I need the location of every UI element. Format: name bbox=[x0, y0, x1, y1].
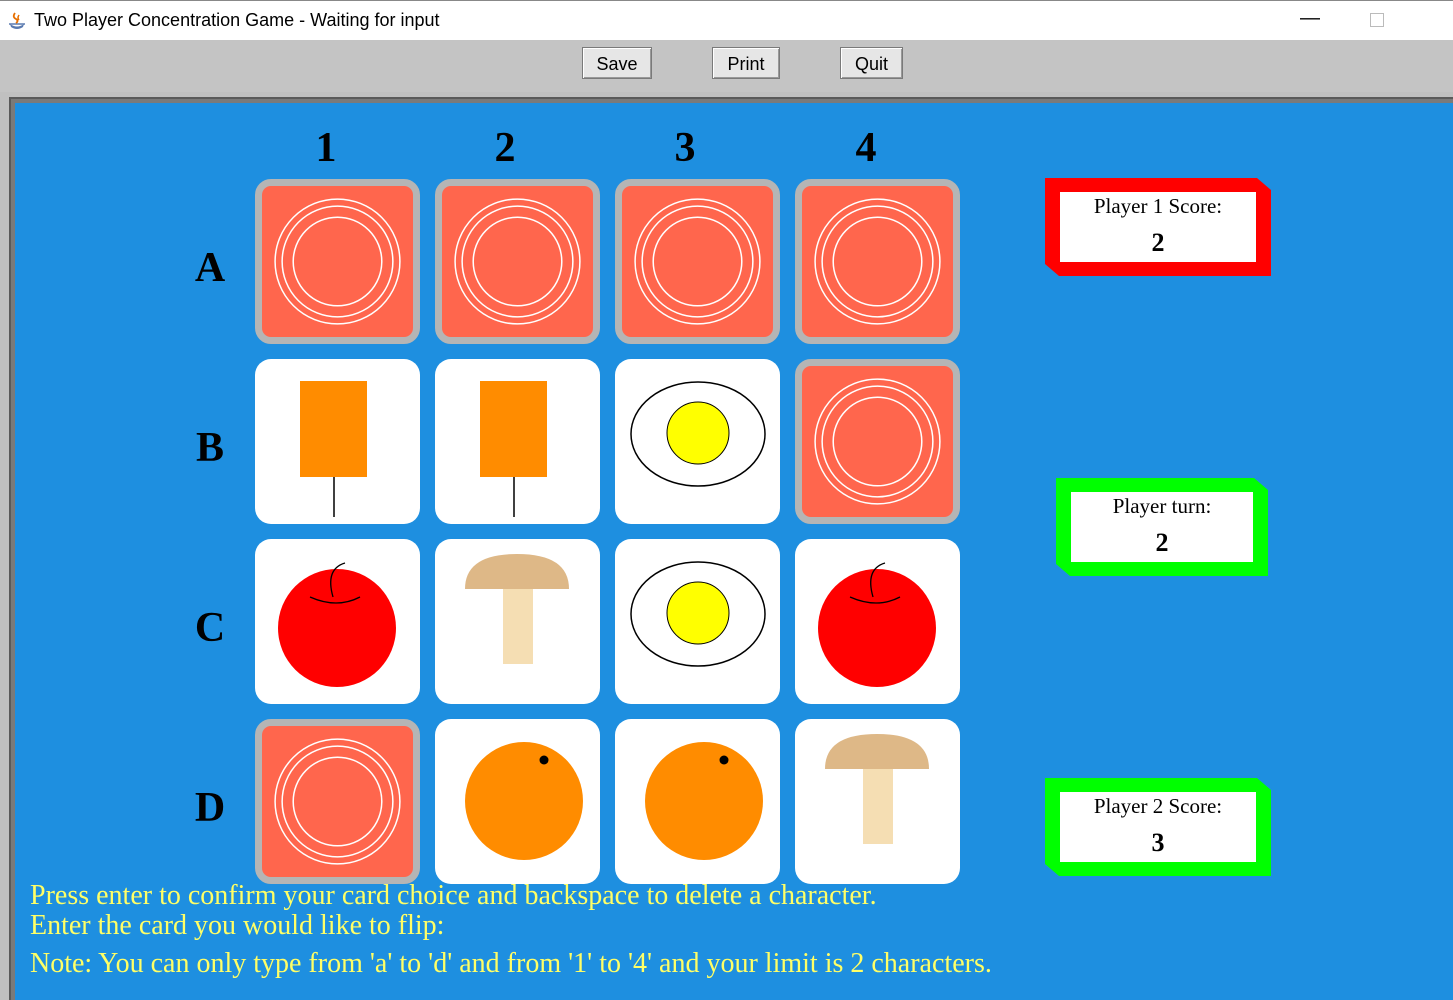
row-header-a: A bbox=[194, 245, 226, 291]
row-header-d: D bbox=[194, 785, 226, 831]
save-button[interactable]: Save bbox=[582, 47, 652, 79]
popsicle-icon bbox=[480, 381, 547, 517]
fried-egg-icon bbox=[630, 381, 766, 487]
card-a1[interactable] bbox=[255, 179, 420, 344]
card-d3[interactable] bbox=[615, 719, 780, 884]
player1-score-value: 2 bbox=[1151, 228, 1165, 257]
window-title: Two Player Concentration Game - Waiting … bbox=[34, 10, 440, 30]
note-text: Note: You can only type from 'a' to 'd' … bbox=[30, 948, 992, 979]
player-turn-label: Player turn: bbox=[1112, 494, 1212, 518]
column-header-2: 2 bbox=[494, 125, 516, 171]
card-back-rings-icon bbox=[814, 378, 941, 505]
orange-icon bbox=[645, 742, 763, 860]
card-c2[interactable] bbox=[435, 539, 600, 704]
card-back-rings-icon bbox=[634, 198, 761, 325]
player2-score-value: 3 bbox=[1151, 828, 1165, 857]
toolbar: Save Print Quit bbox=[0, 40, 1453, 92]
card-a4[interactable] bbox=[795, 179, 960, 344]
column-header-1: 1 bbox=[315, 125, 337, 171]
orange-icon bbox=[465, 742, 583, 860]
card-d2[interactable] bbox=[435, 719, 600, 884]
card-b3[interactable] bbox=[615, 359, 780, 524]
quit-button[interactable]: Quit bbox=[840, 47, 903, 79]
card-b2[interactable] bbox=[435, 359, 600, 524]
apple-icon bbox=[278, 562, 396, 687]
card-c3[interactable] bbox=[615, 539, 780, 704]
maximize-button[interactable] bbox=[1370, 13, 1384, 27]
fried-egg-icon bbox=[630, 561, 766, 667]
card-d1[interactable] bbox=[255, 719, 420, 884]
player2-score-box: Player 2 Score: 3 bbox=[1045, 778, 1271, 876]
player1-score-box: Player 1 Score: 2 bbox=[1045, 178, 1271, 276]
print-button[interactable]: Print bbox=[712, 47, 780, 79]
card-back-rings-icon bbox=[454, 198, 581, 325]
card-a2[interactable] bbox=[435, 179, 600, 344]
player2-score-label: Player 2 Score: bbox=[1093, 794, 1223, 818]
mushroom-icon bbox=[465, 554, 569, 664]
row-header-c: C bbox=[194, 605, 226, 651]
player-turn-value: 2 bbox=[1155, 528, 1169, 557]
java-app-icon bbox=[9, 12, 25, 29]
apple-icon bbox=[818, 562, 936, 687]
player1-score-label: Player 1 Score: bbox=[1093, 194, 1223, 218]
card-c1[interactable] bbox=[255, 539, 420, 704]
row-header-b: B bbox=[195, 425, 224, 471]
card-a3[interactable] bbox=[615, 179, 780, 344]
player-turn-box: Player turn: 2 bbox=[1056, 478, 1268, 576]
card-back-rings-icon bbox=[274, 198, 401, 325]
minimize-button[interactable]: — bbox=[1300, 8, 1320, 31]
card-b1[interactable] bbox=[255, 359, 420, 524]
instruction-text: Press enter to confirm your card choice … bbox=[30, 880, 877, 911]
popsicle-icon bbox=[300, 381, 367, 517]
column-header-3: 3 bbox=[674, 125, 696, 171]
input-prompt: Enter the card you would like to flip: bbox=[30, 910, 445, 941]
title-bar: Two Player Concentration Game - Waiting … bbox=[0, 0, 1453, 40]
card-b4[interactable] bbox=[795, 359, 960, 524]
card-c4[interactable] bbox=[795, 539, 960, 704]
mushroom-icon bbox=[825, 734, 929, 844]
card-d4[interactable] bbox=[795, 719, 960, 884]
card-back-rings-icon bbox=[274, 738, 401, 865]
card-back-rings-icon bbox=[814, 198, 941, 325]
column-header-4: 4 bbox=[855, 125, 877, 171]
